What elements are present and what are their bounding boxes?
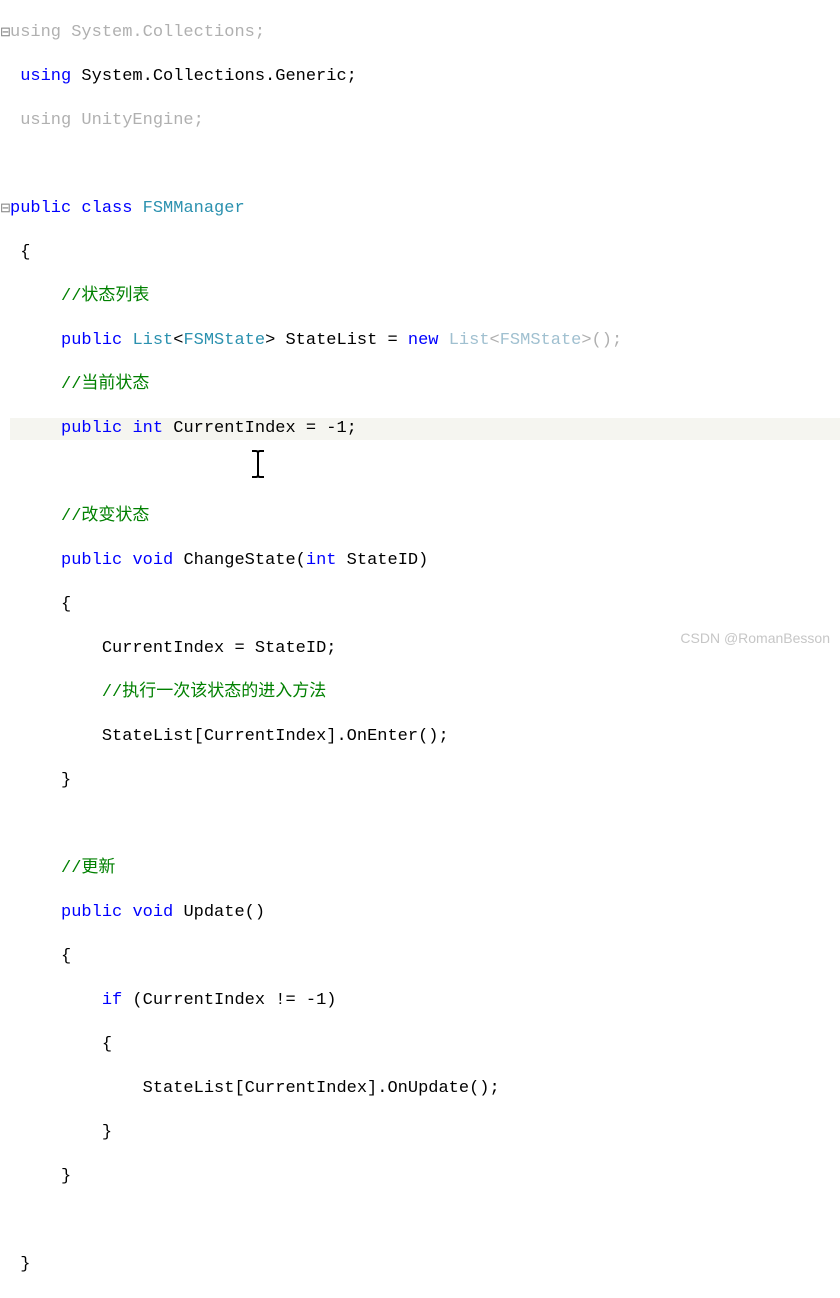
code-line[interactable] xyxy=(10,814,840,836)
watermark: CSDN @RomanBesson xyxy=(680,627,830,649)
code-line[interactable]: { xyxy=(10,242,840,264)
code-line[interactable]: } xyxy=(10,1122,840,1144)
code-line[interactable]: public void ChangeState(int StateID) xyxy=(10,550,840,572)
code-line[interactable]: //状态列表 xyxy=(10,286,840,308)
code-line[interactable]: if (CurrentIndex != -1) xyxy=(10,990,840,1012)
code-line[interactable]: //执行一次该状态的进入方法 xyxy=(10,682,840,704)
code-line[interactable]: { xyxy=(10,594,840,616)
code-line[interactable]: } xyxy=(10,1254,840,1276)
code-line[interactable] xyxy=(10,154,840,176)
code-line[interactable]: public List<FSMState> StateList = new Li… xyxy=(10,330,840,352)
code-line[interactable]: using System.Collections.Generic; xyxy=(10,66,840,88)
code-line[interactable]: ⊟using System.Collections; xyxy=(10,22,840,44)
code-line[interactable]: ⊟public class FSMManager xyxy=(10,198,840,220)
code-line-current[interactable]: public int CurrentIndex = -1; xyxy=(10,418,840,440)
code-line[interactable] xyxy=(10,462,840,484)
code-line[interactable]: //当前状态 xyxy=(10,374,840,396)
code-line[interactable]: } xyxy=(10,770,840,792)
code-line[interactable]: } xyxy=(10,1166,840,1188)
code-line[interactable]: StateList[CurrentIndex].OnUpdate(); xyxy=(10,1078,840,1100)
code-line[interactable]: StateList[CurrentIndex].OnEnter(); xyxy=(10,726,840,748)
code-line[interactable]: using UnityEngine; xyxy=(10,110,840,132)
code-line[interactable] xyxy=(10,1210,840,1232)
code-line[interactable]: { xyxy=(10,946,840,968)
code-line[interactable]: { xyxy=(10,1034,840,1056)
code-editor[interactable]: ⊟using System.Collections; using System.… xyxy=(0,0,840,1298)
code-line[interactable]: public void Update() xyxy=(10,902,840,924)
code-line[interactable]: //更新 xyxy=(10,858,840,880)
code-line[interactable]: //改变状态 xyxy=(10,506,840,528)
